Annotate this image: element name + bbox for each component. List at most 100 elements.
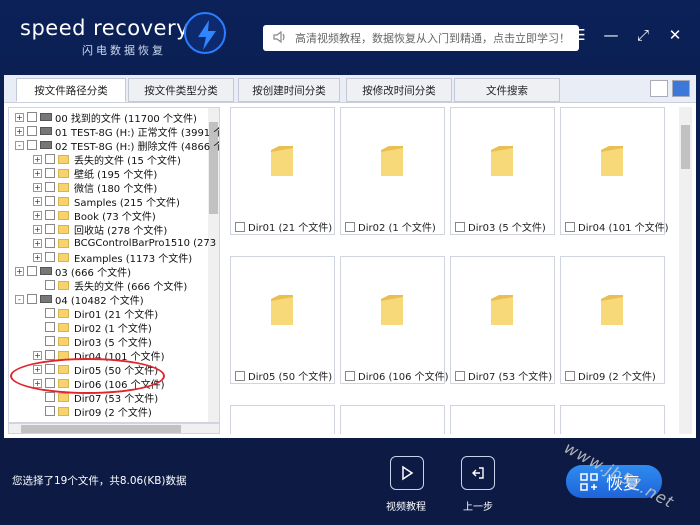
card-checkbox[interactable] [345,370,355,381]
folder-card[interactable] [340,405,445,434]
tree-checkbox[interactable] [45,322,55,332]
expand-icon[interactable]: + [15,126,24,136]
tree-checkbox[interactable] [45,154,55,164]
folder-card[interactable] [230,405,335,434]
collapse-icon[interactable]: - [15,294,24,304]
drive-icon [40,267,52,275]
tree-row[interactable]: + 回收站 (278 个文件) [33,222,168,237]
tree-checkbox[interactable] [45,224,55,234]
expand-icon[interactable]: + [33,196,42,206]
tree-checkbox[interactable] [27,112,37,122]
tree-row[interactable]: +00 找到的文件 (11700 个文件) [15,110,197,125]
tree-row[interactable]: - 02 TEST-8G (H:) 删除文件 (4866 个 [15,138,220,153]
tree-checkbox[interactable] [27,126,37,136]
expand-icon[interactable]: + [33,182,42,192]
tree-row[interactable]: + Book (73 个文件) [33,208,156,223]
tab-file-search[interactable]: 文件搜索 [454,78,560,102]
folder-card[interactable] [450,405,555,434]
tree-row-label: 02 TEST-8G (H:) 删除文件 (4866 个 [55,141,220,153]
tree-checkbox[interactable] [45,308,55,318]
folder-card[interactable]: Dir03 (5 个文件) [450,107,555,235]
tree-checkbox[interactable] [27,140,37,150]
tree-checkbox[interactable] [27,294,37,304]
tree-row[interactable]: + 微信 (180 个文件) [33,180,157,195]
card-label-text: Dir02 (1 个文件) [358,223,436,234]
tree-row[interactable]: +03 (666 个文件) [15,264,131,279]
minimize-icon[interactable]: — [602,26,620,44]
expand-icon[interactable]: + [33,210,42,220]
tree-checkbox[interactable] [45,280,55,290]
folder-card[interactable]: Dir04 (101 个文件) [560,107,669,235]
grid-scrollbar[interactable] [679,107,692,434]
expand-icon[interactable]: + [33,238,42,248]
tree-row[interactable]: +01 TEST-8G (H:) 正常文件 (3991 个 [15,124,220,139]
card-checkbox[interactable] [235,221,245,232]
folder-card[interactable]: Dir06 (106 个文件) [340,256,449,384]
card-checkbox[interactable] [565,370,575,381]
tree-row-label: Samples (215 个文件) [74,197,180,209]
video-tutorial-button[interactable] [390,456,424,490]
tree-horizontal-scrollbar[interactable] [8,423,220,434]
tree-row[interactable]: Dir09 (2 个文件) [33,404,152,419]
card-checkbox[interactable] [345,221,355,232]
card-checkbox[interactable] [455,370,465,381]
tree-checkbox[interactable] [45,196,55,206]
tree-row[interactable]: 丢失的文件 (666 个文件) [33,278,187,293]
category-tabs: 按文件路径分类 按文件类型分类 按创建时间分类 按修改时间分类 文件搜索 [4,75,696,103]
tree-row[interactable]: Dir01 (21 个文件) [33,306,158,321]
folder-card[interactable]: Dir07 (53 个文件) [450,256,555,384]
tree-checkbox[interactable] [45,406,55,416]
tree-row-label: 回收站 (278 个文件) [74,225,168,237]
tab-by-path[interactable]: 按文件路径分类 [16,78,126,102]
tree-row[interactable]: - 04 (10482 个文件) [15,292,144,307]
tree-row[interactable]: Dir03 (5 个文件) [33,334,152,349]
folder-card[interactable]: Dir01 (21 个文件) [230,107,335,235]
tree-row-label: 01 TEST-8G (H:) 正常文件 (3991 个 [55,127,220,139]
expand-icon[interactable]: + [33,224,42,234]
folder-icon [58,392,69,402]
tab-by-type[interactable]: 按文件类型分类 [128,78,234,102]
maximize-icon[interactable]: ⤢ [634,26,652,44]
tree-row[interactable]: + BCGControlBarPro1510 (273 [33,236,216,250]
tree-checkbox[interactable] [45,238,55,248]
tree-row[interactable]: + Examples (1173 个文件) [33,250,192,265]
expand-icon[interactable]: + [33,252,42,262]
folder-card[interactable]: Dir02 (1 个文件) [340,107,445,235]
tab-by-modified[interactable]: 按修改时间分类 [346,78,452,102]
list-view-icon[interactable] [650,80,668,97]
card-checkbox[interactable] [455,221,465,232]
back-button[interactable] [461,456,495,490]
expand-icon[interactable]: + [15,112,24,122]
folder-card[interactable]: Dir09 (2 个文件) [560,256,665,384]
expand-icon[interactable]: + [33,168,42,178]
tree-checkbox[interactable] [45,182,55,192]
tree-checkbox[interactable] [27,266,37,276]
card-checkbox[interactable] [235,370,245,381]
tree-row-label: Book (73 个文件) [74,211,156,223]
tree-row[interactable]: Dir02 (1 个文件) [33,320,152,335]
expand-icon[interactable]: + [33,350,42,360]
tree-checkbox[interactable] [45,392,55,402]
video-tutorial-banner[interactable]: 高清视频教程，数据恢复从入门到精通，点击立即学习！ [263,25,579,51]
tree-checkbox[interactable] [45,350,55,360]
expand-icon[interactable]: + [33,154,42,164]
tab-by-created[interactable]: 按创建时间分类 [238,78,340,102]
tree-row[interactable]: + Samples (215 个文件) [33,194,180,209]
collapse-icon[interactable]: - [15,140,24,150]
folder-card[interactable]: Dir05 (50 个文件) [230,256,335,384]
expand-icon[interactable]: + [15,266,24,276]
tree-row[interactable]: + 丢失的文件 (15 个文件) [33,152,181,167]
close-icon[interactable]: ✕ [666,26,684,44]
menu-icon[interactable]: ☰ [570,26,588,44]
back-arrow-icon [472,467,484,479]
tree-row[interactable]: + 壁纸 (195 个文件) [33,166,157,181]
tree-row-label: BCGControlBarPro1510 (273 [74,237,217,249]
tree-checkbox[interactable] [45,210,55,220]
tree-checkbox[interactable] [45,168,55,178]
card-checkbox[interactable] [565,221,575,232]
tree-checkbox[interactable] [45,336,55,346]
folder-card[interactable] [560,405,665,434]
tree-checkbox[interactable] [45,252,55,262]
tree-scrollbar[interactable] [208,108,219,422]
grid-view-icon[interactable] [672,80,690,97]
